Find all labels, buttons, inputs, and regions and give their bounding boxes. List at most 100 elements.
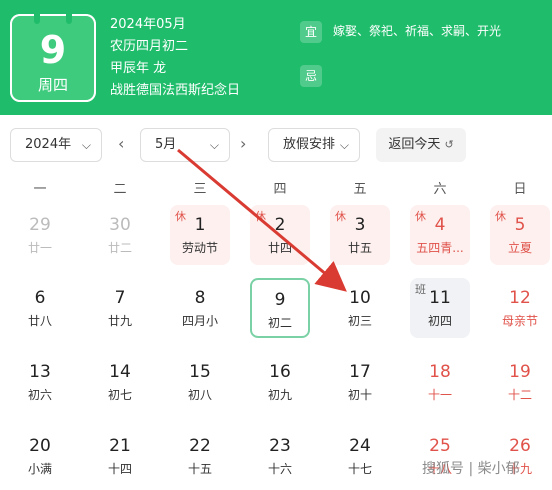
- holiday-select[interactable]: 放假安排 ⌵: [268, 128, 360, 162]
- calendar-day[interactable]: 20 小满: [10, 426, 70, 486]
- weekday-label: 三: [193, 182, 207, 197]
- lunar-day: 初十: [347, 388, 372, 402]
- calendar-day[interactable]: 休 5 立夏: [490, 205, 550, 265]
- day-number: 18: [429, 362, 451, 382]
- lunar-day: 母亲节: [501, 314, 538, 328]
- year-select[interactable]: 2024年 ⌵: [10, 128, 102, 162]
- calendar-day[interactable]: 23 十六: [250, 426, 310, 486]
- calendar-day[interactable]: 休 3 廿五: [330, 205, 390, 265]
- lunar-day: 小满: [27, 462, 52, 476]
- chevron-down-icon: ⌵: [339, 138, 349, 152]
- day-number: 4: [434, 215, 446, 235]
- day-number: 19: [509, 362, 531, 382]
- day-number: 26: [509, 436, 531, 456]
- calendar-day[interactable]: 17 初十: [330, 352, 390, 412]
- calendar-day[interactable]: 22 十五: [170, 426, 230, 486]
- day-number: 10: [349, 288, 371, 308]
- calendar-day[interactable]: 24 十七: [330, 426, 390, 486]
- next-month-arrow-icon[interactable]: ›: [240, 134, 246, 153]
- calendar-day[interactable]: 13 初六: [10, 352, 70, 412]
- weekday-label: 日: [513, 182, 527, 197]
- lunar-date: 农历四月初二: [110, 39, 189, 54]
- day-number: 17: [349, 362, 371, 382]
- calendar-day[interactable]: 10 初三: [330, 278, 390, 338]
- lunar-day: 五四青...: [416, 241, 464, 255]
- event-name: 战胜德国法西斯纪念日: [110, 83, 241, 98]
- lunar-day: 十二: [507, 388, 532, 402]
- day-number: 11: [429, 288, 451, 308]
- day-number: 9: [274, 290, 286, 310]
- day-number: 1: [194, 215, 206, 235]
- calendar-ring-icon: [66, 14, 72, 24]
- calendar-day[interactable]: 休 4 五四青...: [410, 205, 470, 265]
- lunar-day: 十五: [187, 462, 212, 476]
- calendar-day[interactable]: 休 2 廿四: [250, 205, 310, 265]
- lunar-day: 初四: [427, 314, 452, 328]
- holiday-select-value: 放假安排: [283, 137, 336, 152]
- year-select-value: 2024年: [25, 137, 72, 152]
- lunar-day: 廿一: [27, 241, 52, 255]
- day-number: 14: [109, 362, 131, 382]
- back-to-today-label: 返回今天: [388, 137, 441, 152]
- day-number: 13: [29, 362, 51, 382]
- lunar-day: 初六: [27, 388, 52, 402]
- day-number: 12: [509, 288, 531, 308]
- calendar-day[interactable]: 30 廿二: [90, 205, 150, 265]
- lunar-day: 十六: [267, 462, 292, 476]
- prev-month-arrow-icon[interactable]: ‹: [118, 134, 124, 153]
- calendar-day[interactable]: 休 1 劳动节: [170, 205, 230, 265]
- calendar-day[interactable]: 6 廿八: [10, 278, 70, 338]
- lunar-day: 廿八: [27, 314, 52, 328]
- calendar-day[interactable]: 班 11 初四: [410, 278, 470, 338]
- month-select[interactable]: 5月 ⌵: [140, 128, 230, 162]
- calendar-day[interactable]: 19 十二: [490, 352, 550, 412]
- lunar-day: 廿四: [267, 241, 292, 255]
- day-number: 29: [29, 215, 51, 235]
- lunar-day: 立夏: [507, 241, 532, 255]
- day-card: 9 周四: [10, 14, 96, 102]
- day-number: 21: [109, 436, 131, 456]
- undo-icon: ↺: [444, 138, 454, 151]
- weekday-label: 五: [353, 182, 367, 197]
- lunar-day: 初三: [347, 314, 372, 328]
- calendar-day[interactable]: 18 十一: [410, 352, 470, 412]
- day-number: 8: [194, 288, 206, 308]
- calendar-day[interactable]: 7 廿九: [90, 278, 150, 338]
- calendar-day[interactable]: 21 十四: [90, 426, 150, 486]
- calendar-ring-icon: [34, 14, 40, 24]
- yi-badge: 宜: [300, 21, 322, 43]
- day-number: 15: [189, 362, 211, 382]
- lunar-day: 廿五: [347, 241, 372, 255]
- day-number: 20: [29, 436, 51, 456]
- date-header: 9 周四 2024年05月 农历四月初二 甲辰年 龙 战胜德国法西斯纪念日 宜 …: [0, 0, 552, 115]
- day-number: 23: [269, 436, 291, 456]
- calendar-day[interactable]: 29 廿一: [10, 205, 70, 265]
- calendar-day[interactable]: 8 四月小: [170, 278, 230, 338]
- watermark: 搜狐号 | 柴小郁: [422, 461, 520, 477]
- lunar-day: 廿九: [107, 314, 132, 328]
- solar-date: 2024年05月: [110, 17, 186, 32]
- back-to-today-button[interactable]: 返回今天 ↺: [376, 128, 466, 162]
- selected-weekday: 周四: [37, 76, 68, 94]
- date-info: 2024年05月 农历四月初二 甲辰年 龙 战胜德国法西斯纪念日: [110, 14, 240, 102]
- day-number: 6: [34, 288, 46, 308]
- calendar-day[interactable]: 16 初九: [250, 352, 310, 412]
- day-number: 5: [514, 215, 526, 235]
- selected-day-number: 9: [39, 28, 67, 72]
- lunar-day: 初九: [267, 388, 292, 402]
- month-select-value: 5月: [155, 137, 177, 152]
- day-number: 2: [274, 215, 286, 235]
- calendar-day[interactable]: 12 母亲节: [490, 278, 550, 338]
- day-number: 3: [354, 215, 366, 235]
- lunar-day: 十四: [107, 462, 132, 476]
- calendar-day-selected[interactable]: 9 初二: [250, 278, 310, 338]
- day-number: 24: [349, 436, 371, 456]
- calendar-day[interactable]: 14 初七: [90, 352, 150, 412]
- lunar-day: 初七: [107, 388, 132, 402]
- day-number: 7: [114, 288, 126, 308]
- lunar-day: 劳动节: [181, 241, 218, 255]
- weekday-label: 六: [433, 182, 447, 197]
- day-number: 22: [189, 436, 211, 456]
- calendar-day[interactable]: 15 初八: [170, 352, 230, 412]
- weekday-label: 二: [113, 182, 127, 197]
